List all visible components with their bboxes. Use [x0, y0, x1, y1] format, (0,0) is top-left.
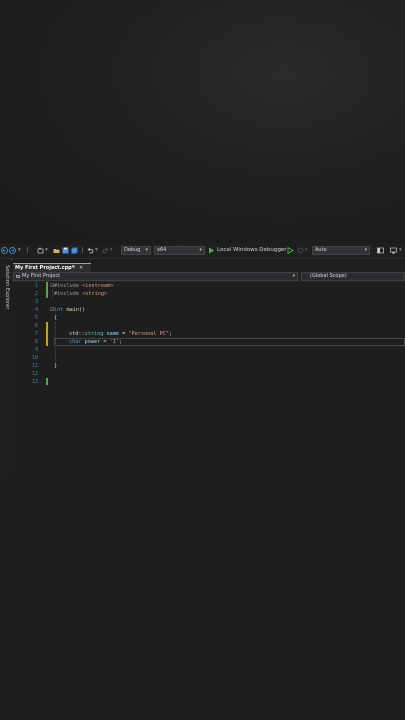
preprocessor-directive: #include [54, 291, 79, 297]
scope-name: (Global Scope) [310, 273, 347, 279]
toolbar-separator-icon [80, 247, 86, 253]
string-literal: "Personal PC" [128, 331, 169, 337]
forward-icon[interactable] [9, 247, 16, 254]
chevron-down-icon: ▾ [199, 247, 202, 253]
project-icon [16, 275, 20, 278]
indent-guide [52, 290, 53, 298]
preprocessor-directive: #include [54, 283, 79, 289]
line-number: 11 [31, 363, 38, 369]
line-number: 4 [34, 307, 38, 313]
project-name: My First Project [22, 273, 61, 279]
variable-name: power [84, 339, 101, 345]
char-literal: 'I' [109, 339, 119, 345]
namespace: std [69, 331, 79, 337]
type-keyword: int [54, 307, 64, 313]
toolbar-separator-icon [25, 247, 31, 253]
include-header: <iostream> [82, 283, 114, 289]
tab-title: My First Project.cpp* [15, 265, 75, 271]
line-number: 2 [34, 291, 38, 297]
line-number: 6 [34, 323, 38, 329]
auto-select[interactable]: Auto ▾ [312, 246, 370, 255]
include-header: <string> [82, 291, 108, 297]
assign: = [119, 331, 129, 337]
chevron-down-icon: ▾ [364, 247, 367, 253]
line-number: 13 [31, 379, 38, 385]
redo-dropdown-arrow[interactable]: ▾ [110, 246, 113, 255]
line-number: 12 [31, 371, 38, 377]
type-keyword: char [69, 339, 82, 345]
document-tab-strip: My First Project.cpp* ⊣ ✕ [11, 262, 405, 272]
code-line-11: } [54, 362, 57, 370]
line-number: 10 [31, 355, 38, 361]
new-item-dropdown-arrow[interactable]: ▾ [45, 246, 48, 255]
code-line-2: #include <string> [54, 290, 107, 298]
line-number: 3 [34, 299, 38, 305]
configuration-value: Debug [124, 247, 141, 253]
chevron-down-icon: ▾ [145, 247, 148, 253]
code-line-4: int main() [54, 306, 85, 314]
pin-icon[interactable]: ⊣ [71, 264, 75, 272]
close-icon[interactable]: ✕ [79, 264, 83, 272]
redo-icon[interactable] [102, 247, 109, 254]
type-name: string [84, 331, 104, 337]
semicolon: ; [119, 339, 123, 345]
code-editor[interactable]: 1 2 3 4 5 6 7 8 9 10 11 12 13 ⊟ ⊟ #inclu… [11, 282, 405, 476]
text-cursor-marker [46, 378, 48, 385]
code-line-7: std::string name = "Personal PC"; [69, 330, 172, 338]
scope-dropdown[interactable]: (Global Scope) [301, 272, 405, 281]
window-layout-icon[interactable] [377, 247, 384, 254]
line-number: 5 [34, 315, 38, 321]
platform-select[interactable]: x64 ▾ [154, 246, 205, 255]
configuration-select[interactable]: Debug ▾ [121, 246, 151, 255]
code-line-8: char power = 'I'; [69, 338, 122, 346]
close-brace: } [54, 363, 58, 369]
undo-icon[interactable] [87, 247, 94, 254]
start-debugger-button[interactable]: Local Windows Debugger [217, 246, 287, 255]
save-all-icon[interactable] [71, 247, 78, 254]
code-line-1: #include <iostream> [54, 282, 113, 290]
debugger-dropdown-arrow[interactable]: ▾ [280, 246, 283, 255]
platform-value: x64 [157, 247, 167, 253]
save-icon[interactable] [62, 247, 69, 254]
open-folder-icon[interactable] [53, 247, 60, 253]
open-brace: { [54, 315, 58, 321]
semicolon: ; [168, 331, 173, 337]
new-project-icon[interactable] [37, 247, 44, 254]
auto-value: Auto [315, 247, 327, 253]
process-dropdown-arrow[interactable]: ▾ [305, 246, 308, 255]
line-number: 8 [34, 339, 38, 345]
tab-my-first-project-cpp[interactable]: My First Project.cpp* ⊣ ✕ [13, 263, 91, 272]
screen-icon[interactable] [390, 247, 397, 254]
undo-dropdown-arrow[interactable]: ▾ [95, 246, 98, 255]
line-number: 9 [34, 347, 38, 353]
change-marker [46, 282, 48, 298]
start-without-debugging-icon[interactable] [287, 246, 294, 255]
solution-explorer-tab[interactable]: Solution Explorer [1, 265, 10, 309]
unsaved-change-marker [46, 322, 48, 346]
code-line-5: { [54, 314, 57, 322]
overflow-dropdown-arrow[interactable]: ▾ [399, 246, 402, 255]
variable-name: name [106, 331, 120, 337]
nav-dropdown-arrow[interactable]: ▾ [18, 246, 21, 255]
assign: = [100, 339, 110, 345]
line-number: 1 [34, 283, 38, 289]
empty-backdrop [0, 0, 405, 244]
function-name: main [66, 307, 80, 313]
chevron-down-icon: ▾ [292, 273, 295, 279]
toolbar: ▾ ▾ ▾ ▾ Debug ▾ x64 ▾ Local Windows Debu… [0, 244, 405, 259]
process-icon[interactable] [297, 247, 304, 254]
play-icon[interactable] [208, 247, 214, 254]
back-icon[interactable] [1, 247, 8, 254]
parens: () [79, 307, 86, 313]
line-number: 7 [34, 331, 38, 337]
empty-backdrop-bottom [0, 476, 405, 720]
project-dropdown[interactable]: My First Project ▾ [13, 272, 298, 281]
